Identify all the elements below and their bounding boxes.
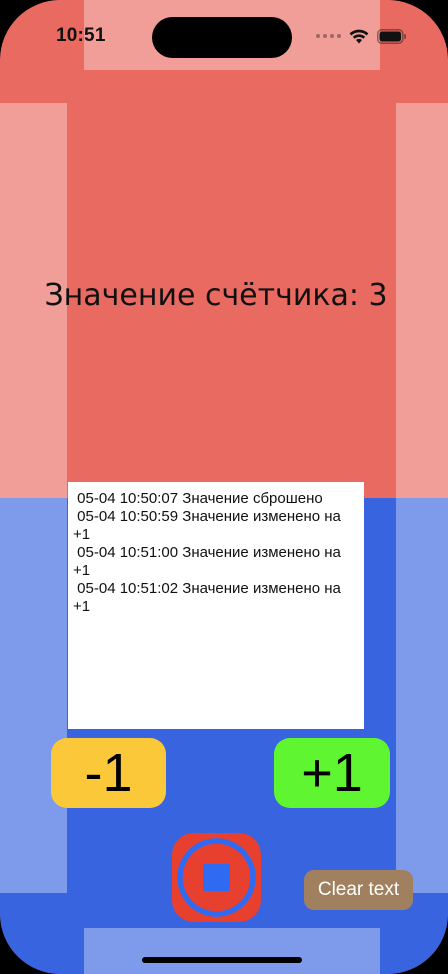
log-text-view[interactable]: 05-04 10:50:07 Значение сброшено 05-04 1… <box>68 482 364 729</box>
wifi-icon <box>349 29 369 43</box>
battery-icon <box>377 28 406 44</box>
top-panel <box>0 0 448 498</box>
log-line: 05-04 10:50:59 Значение изменено на +1 <box>73 508 346 543</box>
log-line: 05-04 10:50:07 Значение сброшено <box>73 490 323 507</box>
status-time: 10:51 <box>56 25 106 46</box>
status-icons <box>316 27 407 45</box>
dynamic-island <box>152 17 292 58</box>
home-indicator[interactable] <box>142 957 302 963</box>
cellular-signal-icon <box>316 34 341 38</box>
decrement-button[interactable]: -1 <box>51 738 166 808</box>
counter-value-label: Значение счётчика: 3 <box>44 278 388 313</box>
safe-area-bottom <box>84 928 380 974</box>
stop-button[interactable] <box>172 833 261 922</box>
log-line: 05-04 10:51:02 Значение изменено на +1 <box>73 580 346 615</box>
log-line: 05-04 10:51:00 Значение изменено на +1 <box>73 544 346 579</box>
app-screen: 10:51 Значение счётчика: 3 05-04 10:50:0… <box>0 0 448 974</box>
clear-text-button[interactable]: Clear text <box>304 870 413 910</box>
increment-button[interactable]: +1 <box>274 738 390 808</box>
device-frame: 10:51 Значение счётчика: 3 05-04 10:50:0… <box>0 0 448 974</box>
safe-area-right <box>396 103 448 893</box>
stop-record-icon <box>177 838 256 917</box>
